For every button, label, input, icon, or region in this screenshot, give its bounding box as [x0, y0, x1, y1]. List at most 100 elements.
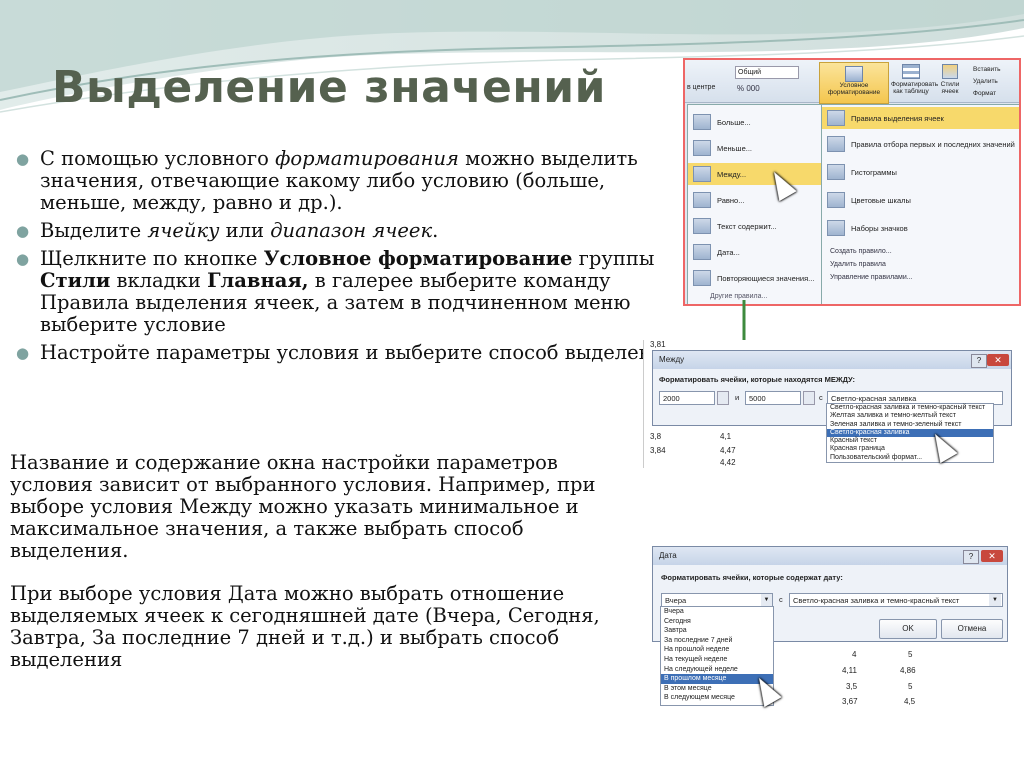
close-icon[interactable]: ✕ — [987, 354, 1009, 366]
bullet-list: ● С помощью условного форматирования можн… — [14, 148, 694, 370]
dialog-prompt: Форматировать ячейки, которые находятся … — [659, 375, 856, 384]
date-dialog-screenshot: Дата ? ✕ Форматировать ячейки, которые с… — [652, 546, 1012, 708]
highlight-icon — [827, 110, 845, 126]
insert-button[interactable]: Вставить — [973, 64, 1001, 76]
format-as-table-button[interactable]: Форматировать как таблицу — [891, 64, 938, 95]
delete-button[interactable]: Удалить — [973, 76, 1001, 88]
format-style-dropdown: Светло-красная заливка и темно-красный т… — [826, 403, 994, 463]
chevron-down-icon[interactable]: ▼ — [989, 594, 1001, 606]
chevron-down-icon[interactable]: ▼ — [761, 594, 772, 606]
sheet-cell: 5 — [908, 682, 913, 691]
format-option[interactable]: Зеленая заливка и темно-зеленый текст — [827, 421, 993, 429]
menu-item-more-rules[interactable]: Другие правила... — [710, 293, 767, 300]
menu-item-icon-sets[interactable]: Наборы значков — [822, 217, 1019, 239]
manage-rules-item[interactable]: Управление правилами... — [830, 271, 913, 284]
conditional-format-button[interactable]: Условное форматирование — [819, 62, 889, 104]
equal-icon — [693, 192, 711, 208]
color-scales-icon — [827, 192, 845, 208]
ok-button[interactable]: OK — [879, 619, 937, 639]
format-option[interactable]: Желтая заливка и темно-желтый текст — [827, 412, 993, 420]
sheet-cell: 4,5 — [904, 697, 916, 706]
date-option[interactable]: На следующей неделе — [661, 665, 773, 675]
sheet-cell: 3,84 — [650, 446, 666, 455]
conditional-format-icon — [845, 66, 863, 82]
sheet-cell: 3,5 — [846, 682, 858, 691]
sheet-cell: 4 — [852, 650, 857, 659]
menu-item-date[interactable]: Дата... — [688, 241, 822, 263]
bullet-icon: ● — [16, 150, 30, 168]
menu-item-equal[interactable]: Равно... — [688, 189, 822, 211]
rule-actions: Создать правило... Удалить правила Управ… — [830, 245, 913, 284]
menu-item-highlight-rules[interactable]: Правила выделения ячеек — [822, 107, 1019, 129]
bullet-item: ● Щелкните по кнопке Условное форматирова… — [16, 247, 655, 336]
date-condition-select[interactable]: Вчера — [661, 593, 773, 607]
percent-icon[interactable]: % 000 — [737, 84, 760, 93]
format-option[interactable]: Красная граница — [827, 445, 993, 453]
cells-group: Вставить Удалить Формат — [973, 64, 1001, 100]
bullet-icon: ● — [16, 222, 30, 240]
and-label: и — [735, 393, 740, 402]
icon-sets-icon — [827, 220, 845, 236]
sheet-cell: 3,81 — [650, 340, 666, 349]
bullet-item: ● С помощью условного форматирования можн… — [16, 147, 638, 214]
date-option[interactable]: На прошлой неделе — [661, 645, 773, 655]
sheet-cell: 4,42 — [720, 458, 736, 467]
sheet-cell: 5 — [908, 650, 913, 659]
menu-item-greater[interactable]: Больше... — [688, 111, 822, 133]
min-value-input[interactable]: 2000 — [659, 391, 715, 405]
menu-item-between[interactable]: Между... — [688, 163, 822, 185]
paragraph-between: Название и содержание окна настройки пар… — [10, 451, 596, 562]
bullet-item: ● Настройте параметры условия и выберите … — [16, 341, 678, 364]
format-option[interactable]: Красный текст — [827, 437, 993, 445]
dialog-prompt: Форматировать ячейки, которые содержат д… — [661, 573, 843, 582]
cancel-button[interactable]: Отмена — [941, 619, 1003, 639]
date-option[interactable]: В следующем месяце — [661, 693, 773, 703]
menu-item-duplicates[interactable]: Повторяющиеся значения... — [688, 267, 822, 289]
between-icon — [693, 166, 711, 182]
date-option[interactable]: Сегодня — [661, 617, 773, 627]
with-label: с — [779, 595, 783, 604]
duplicates-icon — [693, 270, 711, 286]
range-picker-icon[interactable] — [803, 391, 815, 405]
menu-item-data-bars[interactable]: Гистограммы — [822, 161, 1019, 183]
menu-item-less[interactable]: Меньше... — [688, 137, 822, 159]
format-style-select[interactable]: Светло-красная заливка и темно-красный т… — [789, 593, 1003, 607]
clear-rules-item[interactable]: Удалить правила — [830, 258, 913, 271]
sheet-cell: 3,8 — [650, 432, 662, 441]
sheet-cell: 4,86 — [900, 666, 916, 675]
less-icon — [693, 140, 711, 156]
sheet-cell: 4,11 — [842, 666, 857, 675]
date-option[interactable]: На текущей неделе — [661, 655, 773, 665]
format-option-selected[interactable]: Светло-красная заливка — [827, 428, 993, 438]
close-icon[interactable]: ✕ — [981, 550, 1003, 562]
dialog-title: Между — [653, 351, 1011, 369]
new-rule-item[interactable]: Создать правило... — [830, 245, 913, 258]
number-format-select[interactable]: Общий — [735, 66, 799, 79]
menu-item-color-scales[interactable]: Цветовые шкалы — [822, 189, 1019, 211]
top-bottom-icon — [827, 136, 845, 152]
help-icon[interactable]: ? — [963, 550, 979, 564]
format-button[interactable]: Формат — [973, 88, 1001, 100]
sheet-cell: 4,1 — [720, 432, 732, 441]
align-center-label[interactable]: в центре — [687, 84, 715, 91]
date-option[interactable]: За последние 7 дней — [661, 636, 773, 646]
data-bars-icon — [827, 164, 845, 180]
conditional-format-menu: Правила выделения ячеек Правила отбора п… — [821, 104, 1019, 304]
help-icon[interactable]: ? — [971, 354, 987, 368]
format-option[interactable]: Пользовательский формат... — [827, 454, 993, 462]
range-picker-icon[interactable] — [717, 391, 729, 405]
max-value-input[interactable]: 5000 — [745, 391, 801, 405]
date-option[interactable]: Вчера — [661, 607, 773, 617]
table-icon — [902, 64, 920, 79]
cell-styles-button[interactable]: Стили ячеек — [935, 64, 965, 95]
with-label: с — [819, 393, 823, 402]
cell-styles-icon — [942, 64, 958, 79]
menu-item-text-contains[interactable]: Текст содержит... — [688, 215, 822, 237]
date-option[interactable]: Завтра — [661, 626, 773, 636]
sheet-cell: 4,47 — [720, 446, 736, 455]
greater-icon — [693, 114, 711, 130]
highlight-rules-submenu: Больше... Меньше... Между... Равно... Те… — [687, 104, 823, 304]
bullet-icon: ● — [16, 250, 30, 268]
menu-item-top-bottom[interactable]: Правила отбора первых и последних значен… — [822, 133, 1019, 155]
calendar-icon — [693, 244, 711, 260]
